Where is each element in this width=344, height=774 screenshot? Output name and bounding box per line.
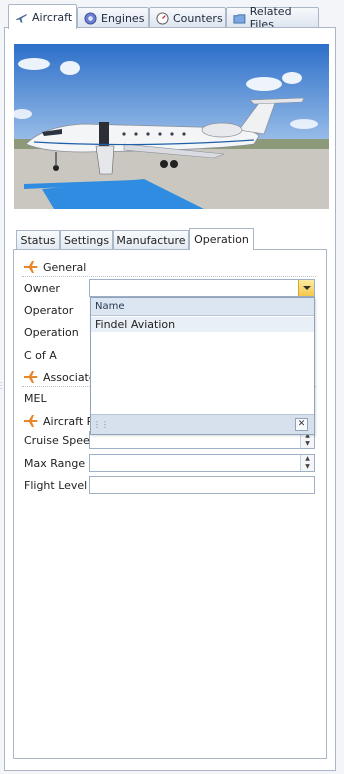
owner-label: Owner <box>24 282 60 295</box>
top-tab-bar: Aircraft Engines Counters Related Files <box>8 4 338 31</box>
airplane-icon <box>24 415 38 427</box>
tab-operation-label: Operation <box>194 233 249 246</box>
gauge-icon <box>156 11 169 25</box>
splitter-handle[interactable]: · · · <box>0 380 2 393</box>
tab-related-files[interactable]: Related Files <box>226 5 319 31</box>
max-range-label: Max Range <box>24 457 86 470</box>
flight-level-label: Flight Level <box>24 479 88 492</box>
engine-icon <box>84 11 97 25</box>
tab-manufacture-label: Manufacture <box>116 233 186 247</box>
resize-grip-icon[interactable]: ⋮⋮ <box>93 421 109 429</box>
c-of-a-label: C of A <box>24 349 57 362</box>
airplane-icon <box>15 13 28 23</box>
tab-counters[interactable]: Counters <box>149 7 226 28</box>
dropdown-column-header[interactable]: Name <box>91 298 314 316</box>
tab-engines[interactable]: Engines <box>77 7 149 28</box>
tab-status-label: Status <box>20 233 56 247</box>
airplane-icon <box>24 261 38 273</box>
operator-label: Operator <box>24 304 74 317</box>
airplane-icon <box>24 371 38 383</box>
tab-settings-label: Settings <box>63 233 110 247</box>
close-icon[interactable]: ✕ <box>295 418 308 431</box>
operation-label: Operation <box>24 326 79 339</box>
flight-level-input[interactable] <box>89 476 315 494</box>
tab-counters-label: Counters <box>173 11 223 25</box>
max-range-input[interactable]: ▲ ▼ <box>89 454 315 472</box>
tab-aircraft-label: Aircraft <box>32 10 73 24</box>
max-range-spinner[interactable]: ▲ ▼ <box>300 455 314 471</box>
cruise-speed-label: Cruise Speed <box>24 434 97 447</box>
divider <box>22 276 316 277</box>
section-general-title: General <box>43 260 87 274</box>
owner-select[interactable] <box>89 279 315 297</box>
chevron-down-icon[interactable] <box>298 280 314 296</box>
tab-engines-label: Engines <box>101 11 145 25</box>
tab-operation[interactable]: Operation <box>189 228 254 250</box>
folder-icon <box>233 13 246 24</box>
section-general[interactable]: General <box>24 259 86 275</box>
mel-label: MEL <box>24 392 47 405</box>
aircraft-photo <box>14 44 329 209</box>
owner-dropdown-list: Name Findel Aviation ⋮⋮ ✕ <box>90 297 315 435</box>
tab-manufacture[interactable]: Manufacture <box>113 230 189 249</box>
tab-status[interactable]: Status <box>16 230 60 249</box>
tab-settings[interactable]: Settings <box>60 230 113 249</box>
section-performance[interactable]: Aircraft Pe <box>24 413 100 429</box>
dropdown-footer: ⋮⋮ ✕ <box>91 414 314 434</box>
tab-aircraft[interactable]: Aircraft <box>8 4 77 29</box>
dropdown-option[interactable]: Findel Aviation <box>91 317 314 332</box>
